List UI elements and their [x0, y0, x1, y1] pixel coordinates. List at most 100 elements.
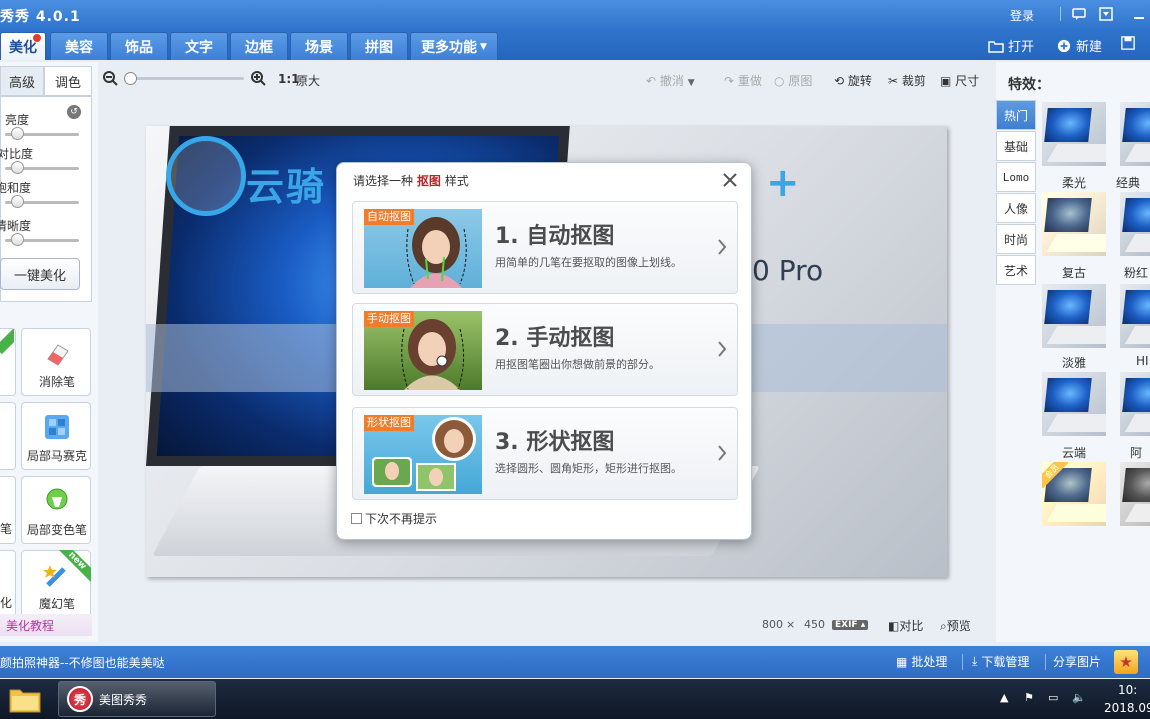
star-icon[interactable]: ★: [1114, 650, 1138, 674]
download-manager-button[interactable]: ⤓ 下载管理: [972, 653, 1029, 670]
volume-icon[interactable]: 🔈: [1072, 691, 1086, 704]
eraser-tool[interactable]: 消除笔: [21, 328, 91, 396]
brightness-slider[interactable]: [11, 127, 24, 140]
auto-cutout-option[interactable]: 自动抠图 1. 自动抠图 用简单的几笔在要抠取的图像上划线。: [352, 201, 738, 294]
dont-show-label: 下次不再提示: [365, 512, 438, 526]
effect-thumbnail[interactable]: [1120, 462, 1150, 526]
login-link[interactable]: 登录: [1010, 7, 1034, 24]
category-fashion[interactable]: 时尚: [996, 224, 1036, 254]
tab-collage[interactable]: 拼图: [350, 32, 408, 60]
dont-show-again[interactable]: 下次不再提示: [351, 510, 437, 527]
shape-cutout-option[interactable]: 形状抠图 3. 形状抠图 选择圆形、圆角矩形，矩形进行抠图。: [352, 407, 738, 500]
tab-text[interactable]: 文字: [170, 32, 228, 60]
option-title: 3. 形状抠图: [495, 430, 615, 455]
effect-thumbnail[interactable]: [1120, 192, 1150, 256]
magic-brush-tool[interactable]: new 魔幻笔: [21, 550, 91, 618]
tray-expand-icon[interactable]: ▲: [1000, 691, 1008, 704]
save-button[interactable]: [1120, 36, 1136, 50]
subtab-color[interactable]: 调色: [44, 66, 92, 96]
clock-date[interactable]: 2018.09: [1104, 701, 1150, 715]
sharpness-slider[interactable]: [11, 233, 24, 246]
skin-menu-icon[interactable]: [1097, 5, 1115, 23]
meitu-logo-icon: 秀: [67, 686, 93, 712]
zoom-out-icon[interactable]: [102, 70, 118, 86]
resize-button[interactable]: ▣ 尺寸: [940, 72, 979, 89]
batch-process-button[interactable]: ▦ 批处理: [896, 653, 947, 670]
tab-frames[interactable]: 边框: [230, 32, 288, 60]
effect-thumbnail[interactable]: [1042, 372, 1106, 436]
tab-label: 场景: [305, 39, 333, 56]
redo-button[interactable]: ↷ 重做: [724, 72, 762, 89]
tool-stub[interactable]: [0, 402, 16, 470]
original-image-button[interactable]: ○ 原图: [774, 72, 812, 89]
message-icon[interactable]: [1070, 5, 1088, 23]
resize-icon: ▣: [940, 74, 952, 88]
file-explorer-icon[interactable]: [6, 682, 44, 716]
effect-thumbnail[interactable]: 会员: [1042, 462, 1106, 526]
clock-time[interactable]: 10:: [1118, 683, 1137, 697]
category-art[interactable]: 艺术: [996, 255, 1036, 285]
flag-icon[interactable]: ⚑: [1024, 691, 1034, 704]
one-click-beautify-button[interactable]: 一键美化: [0, 258, 80, 290]
tool-stub[interactable]: [0, 328, 16, 396]
tab-label: 更多功能: [421, 39, 478, 56]
dialog-title: 请选择一种 抠图 样式: [353, 172, 469, 189]
saturation-slider[interactable]: [11, 195, 24, 208]
manual-cutout-option[interactable]: 手动抠图 2. 手动抠图 用抠图笔圈出你想做前景的部分。: [352, 303, 738, 396]
windows-taskbar: 秀 美图秀秀 ▲ ⚑ ▭ 🔈 10: 2018.09: [0, 679, 1150, 719]
open-button[interactable]: 打开: [988, 36, 1034, 55]
title-prefix: 请选择一种: [353, 174, 414, 188]
contrast-slider[interactable]: [11, 161, 24, 174]
new-badge: new: [57, 550, 91, 584]
image-width: 800: [762, 618, 783, 631]
new-button[interactable]: 新建: [1056, 36, 1102, 55]
saturation-label: 饱和度: [0, 181, 32, 195]
network-icon[interactable]: ▭: [1048, 691, 1058, 704]
undo-button[interactable]: ↶ 撤消 ▼: [646, 72, 695, 89]
tab-accessories[interactable]: 饰品: [110, 32, 168, 60]
tab-more-features[interactable]: 更多功能 ▼: [410, 32, 498, 60]
category-portrait[interactable]: 人像: [996, 193, 1036, 223]
rotate-button[interactable]: ⟲ 旋转: [834, 72, 872, 89]
status-bar: 颜拍照神器--不修图也能美美哒 ▦ 批处理 ⤓ 下载管理 分享图片 ★: [0, 646, 1150, 678]
preview-button[interactable]: ⌕预览: [940, 617, 971, 634]
dont-show-checkbox[interactable]: [351, 513, 362, 524]
close-icon[interactable]: [721, 171, 739, 189]
undo-dropdown-icon[interactable]: ▼: [688, 78, 695, 88]
minimize-icon[interactable]: [1130, 5, 1148, 23]
option-description: 选择圆形、圆角矩形，矩形进行抠图。: [495, 462, 682, 475]
mosaic-tool[interactable]: 局部马赛克: [21, 402, 91, 470]
color-change-brush-tool[interactable]: 局部变色笔: [21, 476, 91, 544]
tab-scenes[interactable]: 场景: [290, 32, 348, 60]
subtab-advanced[interactable]: 高级: [0, 66, 44, 96]
effect-thumbnail[interactable]: [1120, 102, 1150, 166]
new-label: 新建: [1076, 40, 1103, 55]
zoom-slider[interactable]: [124, 72, 137, 85]
exif-button[interactable]: EXIF ▴: [832, 620, 869, 630]
tab-beauty[interactable]: 美容: [50, 32, 108, 60]
effect-thumbnail[interactable]: [1120, 284, 1150, 348]
status-message[interactable]: 颜拍照神器--不修图也能美美哒: [0, 654, 165, 671]
folder-open-icon: [988, 40, 1004, 53]
effect-thumbnail[interactable]: [1120, 372, 1150, 436]
category-lomo[interactable]: Lomo: [996, 162, 1036, 192]
download-icon: ⤓: [972, 654, 978, 668]
original-size-label[interactable]: 原大: [296, 72, 320, 89]
effect-thumbnail[interactable]: [1042, 284, 1106, 348]
tab-label: 文字: [185, 39, 213, 56]
category-label: 艺术: [1003, 263, 1028, 278]
reset-icon[interactable]: ↺: [67, 105, 81, 119]
taskbar-meitu-app[interactable]: 秀 美图秀秀: [58, 681, 216, 717]
option-title: 1. 自动抠图: [495, 224, 615, 249]
subtab-label: 调色: [54, 75, 81, 91]
beautify-tutorial-link[interactable]: 美化教程: [0, 614, 92, 636]
category-basic[interactable]: 基础: [996, 131, 1036, 161]
category-hot[interactable]: 热门: [996, 100, 1036, 130]
compare-button[interactable]: ◧对比: [888, 617, 923, 634]
effect-thumbnail[interactable]: [1042, 192, 1106, 256]
share-label: 分享图片: [1053, 655, 1102, 669]
effect-thumbnail[interactable]: [1042, 102, 1106, 166]
zoom-in-icon[interactable]: [250, 70, 266, 86]
crop-button[interactable]: ✂ 裁剪: [888, 72, 926, 89]
share-image-button[interactable]: 分享图片: [1053, 653, 1101, 670]
